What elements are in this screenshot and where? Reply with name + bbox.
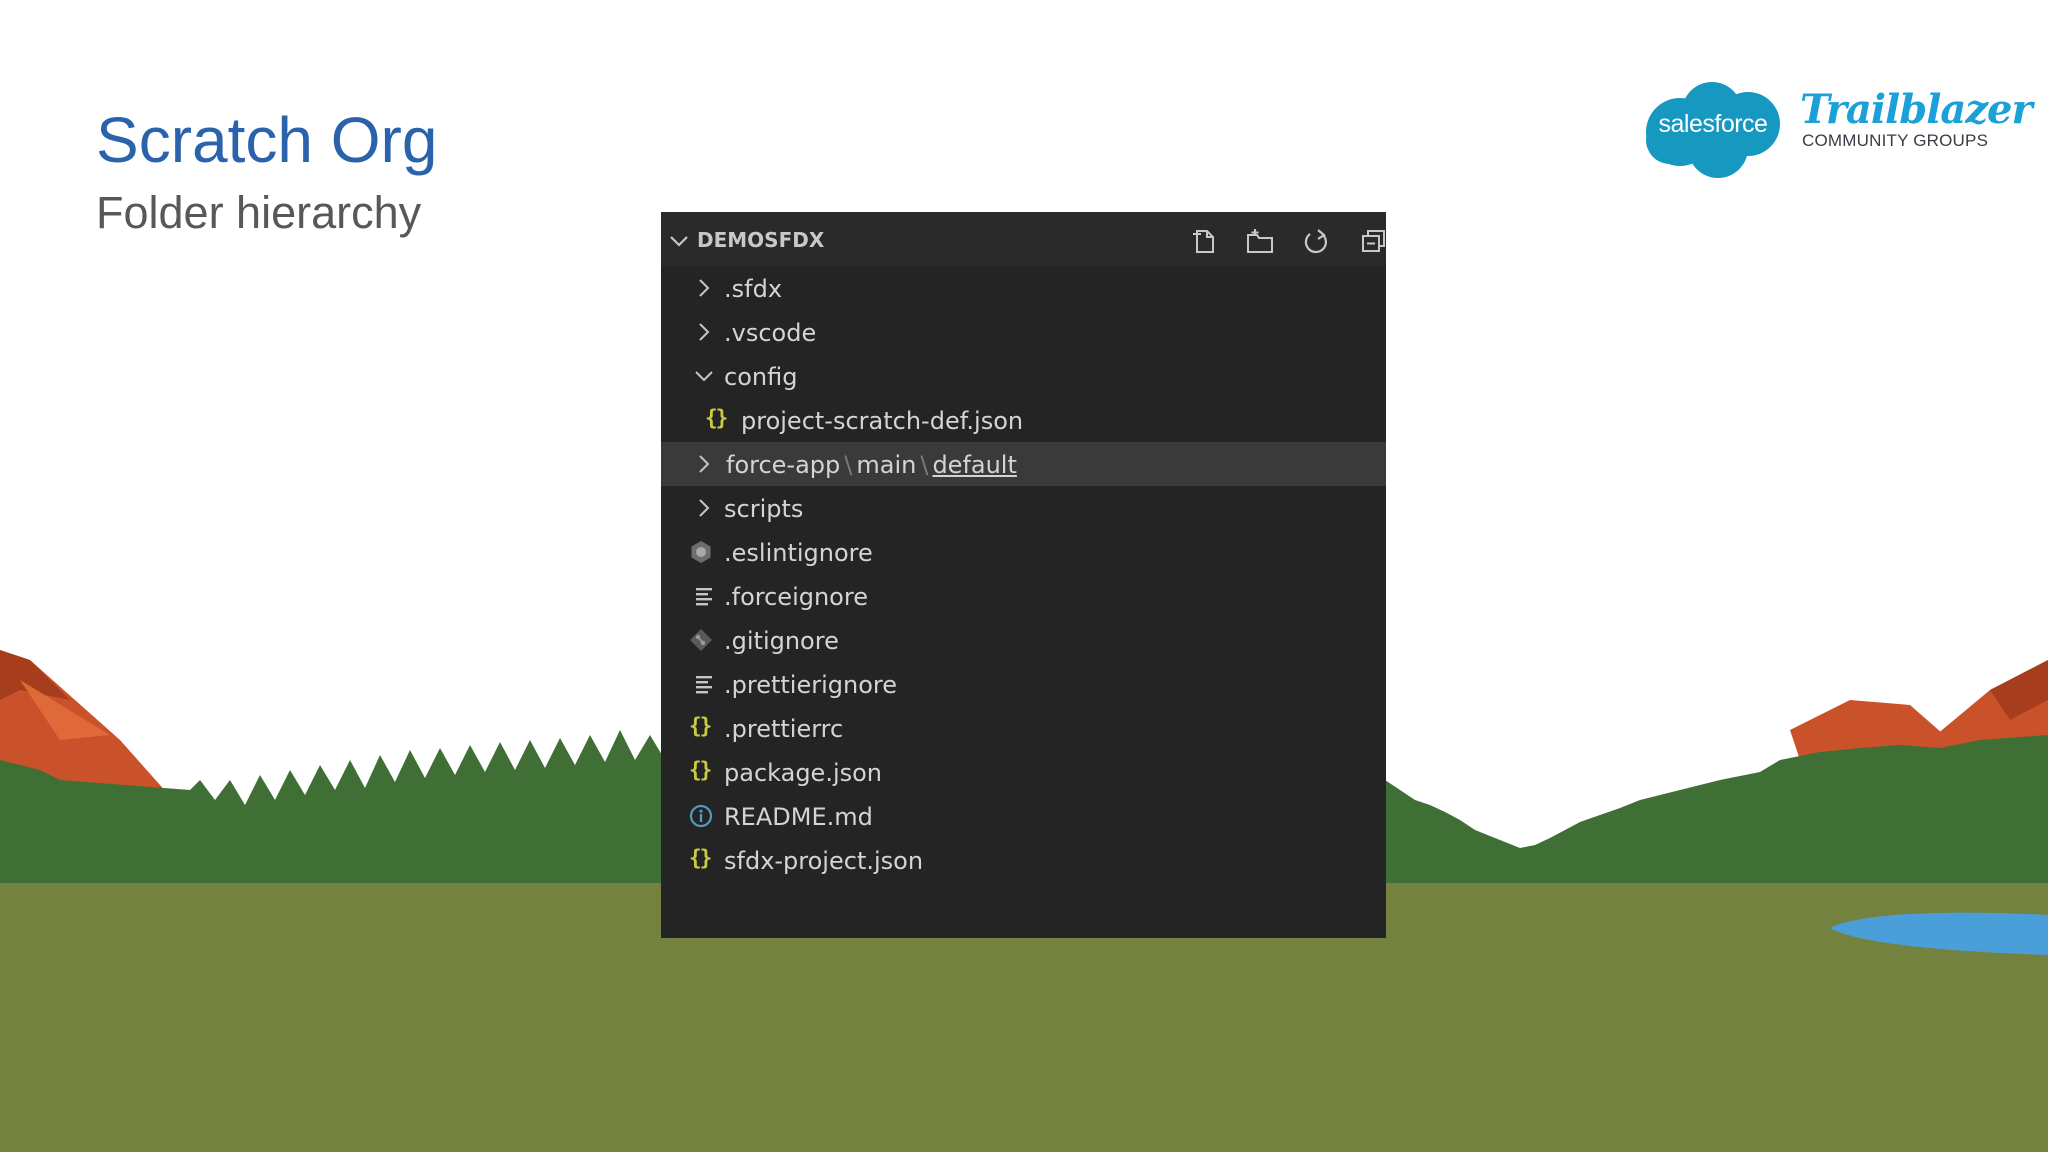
tree-item-force-app[interactable]: force-app \ main \ default bbox=[661, 442, 1386, 486]
folder-segment-main[interactable]: main bbox=[856, 451, 916, 479]
tree-item-eslintignore[interactable]: .eslintignore bbox=[661, 530, 1386, 574]
path-separator: \ bbox=[920, 451, 929, 479]
community-groups-label: COMMUNITY GROUPS bbox=[1802, 131, 1989, 150]
right-forest bbox=[1385, 735, 2048, 885]
tree-item-label: .gitignore bbox=[724, 627, 839, 655]
trailblazer-wordmark: Trailblazer bbox=[1800, 86, 2033, 133]
json-file-icon: {} bbox=[689, 758, 712, 782]
text-file-icon bbox=[696, 676, 712, 694]
text-file-icon bbox=[696, 588, 712, 606]
explorer-section-header[interactable]: DEMOSFDX bbox=[661, 212, 1386, 266]
chevron-right-icon[interactable] bbox=[692, 452, 716, 476]
explorer-section-title: DEMOSFDX bbox=[697, 228, 825, 252]
tree-item-label: .prettierrc bbox=[724, 715, 844, 743]
chevron-right-icon[interactable] bbox=[692, 276, 716, 300]
slide-subtitle: Folder hierarchy bbox=[96, 187, 422, 238]
tree-item-label: scripts bbox=[724, 495, 804, 523]
tree-item-prettierrc[interactable]: {} .prettierrc bbox=[661, 706, 1386, 750]
collapse-all-icon bbox=[1362, 230, 1385, 252]
chevron-right-icon[interactable] bbox=[692, 496, 716, 520]
git-icon bbox=[690, 629, 712, 651]
folder-segment-default[interactable]: default bbox=[932, 451, 1016, 479]
json-file-icon: {} bbox=[705, 406, 728, 430]
tree-item-label: .prettierignore bbox=[724, 671, 897, 699]
tree-item-label: project-scratch-def.json bbox=[741, 407, 1024, 435]
tree-item-label: sfdx-project.json bbox=[724, 847, 924, 875]
tree-item-config[interactable]: config bbox=[661, 354, 1386, 398]
chevron-down-icon[interactable] bbox=[692, 364, 716, 388]
salesforce-wordmark: salesforce bbox=[1658, 110, 1768, 138]
tree-item-label: .vscode bbox=[724, 319, 817, 347]
new-file-icon bbox=[1193, 230, 1214, 253]
chevron-down-icon[interactable] bbox=[667, 229, 691, 253]
tree-item-gitignore[interactable]: .gitignore bbox=[661, 618, 1386, 662]
file-explorer-panel: DEMOSFDX .sfdx .vscode config {} project… bbox=[661, 212, 1386, 938]
tree-item-label: .forceignore bbox=[724, 583, 868, 611]
eslint-icon bbox=[691, 541, 711, 563]
trailblazer-logo: salesforce Trailblazer COMMUNITY GROUPS bbox=[1640, 76, 2033, 186]
tree-item-sfdx[interactable]: .sfdx bbox=[661, 266, 1386, 310]
new-folder-icon bbox=[1247, 229, 1273, 253]
path-separator: \ bbox=[844, 451, 853, 479]
tree-item-label: README.md bbox=[724, 803, 873, 831]
tree-item-prettierignore[interactable]: .prettierignore bbox=[661, 662, 1386, 706]
info-icon bbox=[689, 804, 713, 828]
collapse-all-button[interactable] bbox=[1359, 226, 1386, 256]
folder-segment-force-app[interactable]: force-app bbox=[726, 451, 840, 479]
json-file-icon: {} bbox=[689, 714, 712, 738]
tree-item-label: .eslintignore bbox=[724, 539, 873, 567]
json-file-icon: {} bbox=[689, 846, 712, 870]
tree-item-label: .sfdx bbox=[724, 275, 783, 303]
chevron-right-icon[interactable] bbox=[692, 320, 716, 344]
tree-item-sfdx-project-json[interactable]: {} sfdx-project.json bbox=[661, 838, 1386, 882]
new-folder-button[interactable] bbox=[1245, 226, 1275, 256]
tree-item-project-scratch-def-json[interactable]: {} project-scratch-def.json bbox=[661, 398, 1386, 442]
tree-item-readme-md[interactable]: README.md bbox=[661, 794, 1386, 838]
tree-item-label: config bbox=[724, 363, 798, 391]
compact-folder-label: force-app \ main \ default bbox=[726, 451, 1017, 479]
tree-item-forceignore[interactable]: .forceignore bbox=[661, 574, 1386, 618]
tree-item-scripts[interactable]: scripts bbox=[661, 486, 1386, 530]
refresh-icon bbox=[1304, 229, 1328, 254]
slide-title: Scratch Org bbox=[96, 104, 438, 176]
new-file-button[interactable] bbox=[1189, 226, 1219, 256]
tree-item-vscode[interactable]: .vscode bbox=[661, 310, 1386, 354]
tree-item-package-json[interactable]: {} package.json bbox=[661, 750, 1386, 794]
tree-item-label: package.json bbox=[724, 759, 883, 787]
refresh-button[interactable] bbox=[1301, 226, 1331, 256]
